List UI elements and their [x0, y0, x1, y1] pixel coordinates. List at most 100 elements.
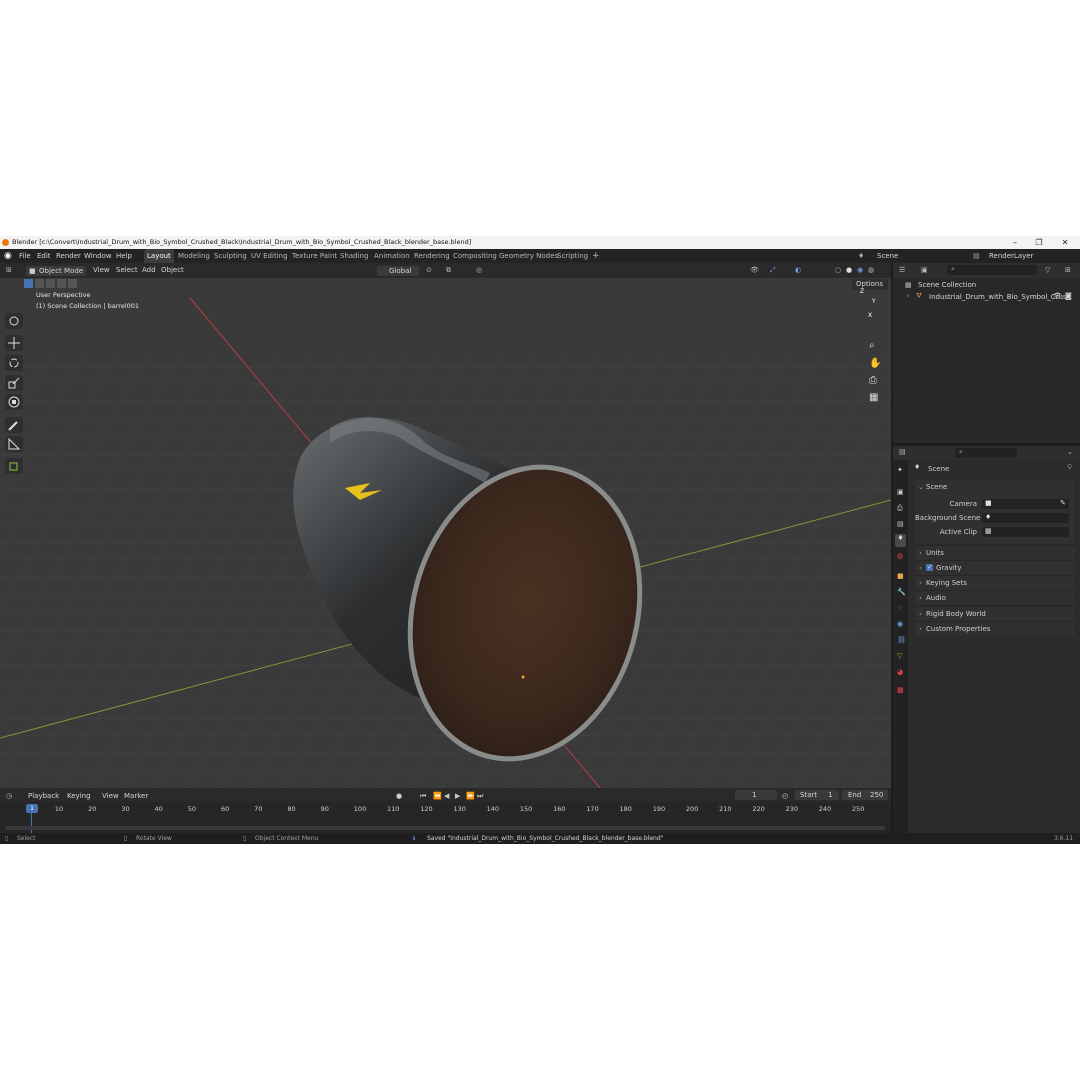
jump-start-icon[interactable]: ⏮ [420, 792, 426, 801]
menu-file[interactable]: File [19, 249, 31, 263]
pivot-icon[interactable]: ⊙ [426, 263, 432, 278]
material-tab-icon[interactable]: ◕ [897, 668, 903, 676]
tab-shading[interactable]: Shading [340, 249, 368, 263]
view-layer-tab-icon[interactable]: ▤ [897, 520, 904, 528]
timeline-menu-marker[interactable]: Marker [124, 792, 148, 800]
properties-search-input[interactable]: ⌕ [955, 448, 1017, 458]
measure-tool[interactable] [5, 436, 23, 452]
3d-viewport[interactable]: User Perspective (1) Scene Collection | … [0, 278, 891, 788]
modifier-tab-icon[interactable]: 🔧 [897, 588, 906, 596]
tab-texture-paint[interactable]: Texture Paint [292, 249, 337, 263]
menu-help[interactable]: Help [116, 249, 132, 263]
active-clip-field[interactable]: ▦ [982, 527, 1069, 537]
tool-tab-icon[interactable]: ✦ [897, 466, 903, 474]
rotate-tool[interactable] [5, 355, 23, 371]
display-mode-icon[interactable]: ▣ [921, 266, 928, 274]
viewport-menu-view[interactable]: View [93, 263, 110, 278]
outliner-item[interactable]: Industrial_Drum_with_Bio_Symbol_Crus [929, 293, 1067, 301]
tab-animation[interactable]: Animation [374, 249, 410, 263]
output-tab-icon[interactable]: ⎙ [897, 504, 903, 513]
properties-editor-icon[interactable]: ▤ [899, 448, 906, 456]
prev-keyframe-icon[interactable]: ⏪ [433, 792, 442, 800]
snap-icon[interactable]: ⧉ [446, 263, 451, 278]
background-scene-field[interactable]: ♦ [982, 513, 1069, 523]
scene-panel-header[interactable]: ⌄ Scene [915, 479, 1075, 494]
expand-arrow-icon[interactable]: › [907, 292, 910, 300]
scale-tool[interactable] [5, 375, 23, 391]
annotate-tool[interactable] [5, 417, 23, 433]
editor-type-icon[interactable]: ⊞ [6, 263, 12, 278]
transform-orientation-selector[interactable]: Global [377, 265, 419, 276]
shading-rendered-icon[interactable]: ◍ [868, 263, 874, 278]
units-panel-header[interactable]: › Units [915, 545, 1075, 560]
pin-icon[interactable]: ⚲ [1067, 463, 1072, 471]
render-camera-icon[interactable]: ◙ [1065, 292, 1072, 300]
tab-modeling[interactable]: Modeling [178, 249, 210, 263]
add-cube-tool[interactable] [5, 458, 23, 474]
gravity-panel-header[interactable]: › ✓ Gravity [915, 560, 1075, 575]
blender-menu-icon[interactable]: ◉ [4, 249, 12, 263]
perspective-toggle-icon[interactable]: ▦ [869, 392, 887, 406]
menu-edit[interactable]: Edit [37, 249, 51, 263]
data-tab-icon[interactable]: ▽ [897, 652, 902, 660]
play-icon[interactable]: ▶ [455, 792, 460, 800]
constraints-tab-icon[interactable]: ⛓ [897, 636, 906, 644]
cursor-tool[interactable] [5, 313, 23, 329]
eyedropper-icon[interactable]: ✎ [1060, 499, 1066, 507]
outliner-editor-icon[interactable]: ☰ [899, 266, 905, 274]
gravity-checkbox[interactable]: ✓ [926, 564, 933, 571]
start-frame-field[interactable]: Start 1 [795, 790, 839, 800]
filter-icon[interactable]: ▽ [1045, 266, 1050, 274]
zoom-icon[interactable]: ⌕ [869, 340, 887, 354]
outliner-search-input[interactable]: ⌕ [947, 265, 1037, 275]
add-workspace-button[interactable]: + [592, 249, 600, 263]
menu-window[interactable]: Window [84, 249, 112, 263]
shading-material-icon[interactable]: ◉ [857, 263, 863, 278]
menu-render[interactable]: Render [56, 249, 81, 263]
world-tab-icon[interactable]: ◍ [897, 552, 903, 560]
object-tab-icon[interactable]: ■ [897, 572, 904, 580]
options-button[interactable]: Options [852, 279, 888, 290]
timeline-menu-keying[interactable]: Keying [67, 792, 91, 800]
view-layer-selector[interactable]: RenderLayer [989, 249, 1033, 263]
viewport-menu-add[interactable]: Add [142, 263, 156, 278]
visibility-icon[interactable]: 👁 [750, 263, 759, 278]
record-icon[interactable]: ● [396, 792, 402, 800]
texture-tab-icon[interactable]: ▩ [897, 686, 904, 694]
proportional-edit-icon[interactable]: ◎ [476, 263, 482, 278]
overlay-toggle-icon[interactable]: ◐ [795, 263, 801, 278]
pan-hand-icon[interactable]: ✋ [869, 358, 887, 372]
mode-selector[interactable]: ■ Object Mode [26, 265, 86, 276]
tab-sculpting[interactable]: Sculpting [214, 249, 247, 263]
selection-mode-icons[interactable] [24, 279, 77, 289]
keying-sets-panel-header[interactable]: › Keying Sets [915, 575, 1075, 590]
audio-panel-header[interactable]: › Audio [915, 590, 1075, 605]
physics-tab-icon[interactable]: ◉ [897, 620, 903, 628]
move-tool[interactable] [5, 335, 23, 351]
rigid-body-world-panel-header[interactable]: › Rigid Body World [915, 606, 1075, 621]
shading-solid-icon[interactable]: ● [846, 263, 852, 278]
render-tab-icon[interactable]: ▣ [897, 488, 904, 496]
tab-scripting[interactable]: Scripting [557, 249, 588, 263]
timeline-menu-view[interactable]: View [102, 792, 119, 800]
timeline-scrollbar[interactable] [5, 826, 885, 830]
particles-tab-icon[interactable]: ⁘ [897, 604, 903, 612]
current-frame-field[interactable]: 1 [735, 790, 777, 800]
next-keyframe-icon[interactable]: ⏩ [466, 792, 475, 800]
tab-geometry-nodes[interactable]: Geometry Nodes [499, 249, 558, 263]
transform-tool[interactable] [5, 394, 23, 410]
jump-end-icon[interactable]: ⏭ [477, 792, 483, 801]
camera-view-icon[interactable]: ⎙ [869, 375, 887, 389]
scene-selector[interactable]: Scene [877, 249, 898, 263]
play-reverse-icon[interactable]: ◀ [444, 792, 449, 800]
shading-wireframe-icon[interactable]: ○ [835, 263, 841, 278]
viewport-menu-object[interactable]: Object [161, 263, 184, 278]
visibility-eye-icon[interactable]: 👁 [1053, 292, 1062, 300]
properties-dropdown-icon[interactable]: ⌄ [1067, 448, 1073, 456]
new-collection-icon[interactable]: ⊞ [1065, 266, 1071, 274]
tab-compositing[interactable]: Compositing [453, 249, 497, 263]
end-frame-field[interactable]: End 250 [842, 790, 888, 800]
camera-field[interactable]: ■ ✎ [982, 499, 1069, 509]
close-button[interactable]: ✕ [1054, 236, 1076, 249]
timeline-menu-playback[interactable]: Playback [28, 792, 59, 800]
